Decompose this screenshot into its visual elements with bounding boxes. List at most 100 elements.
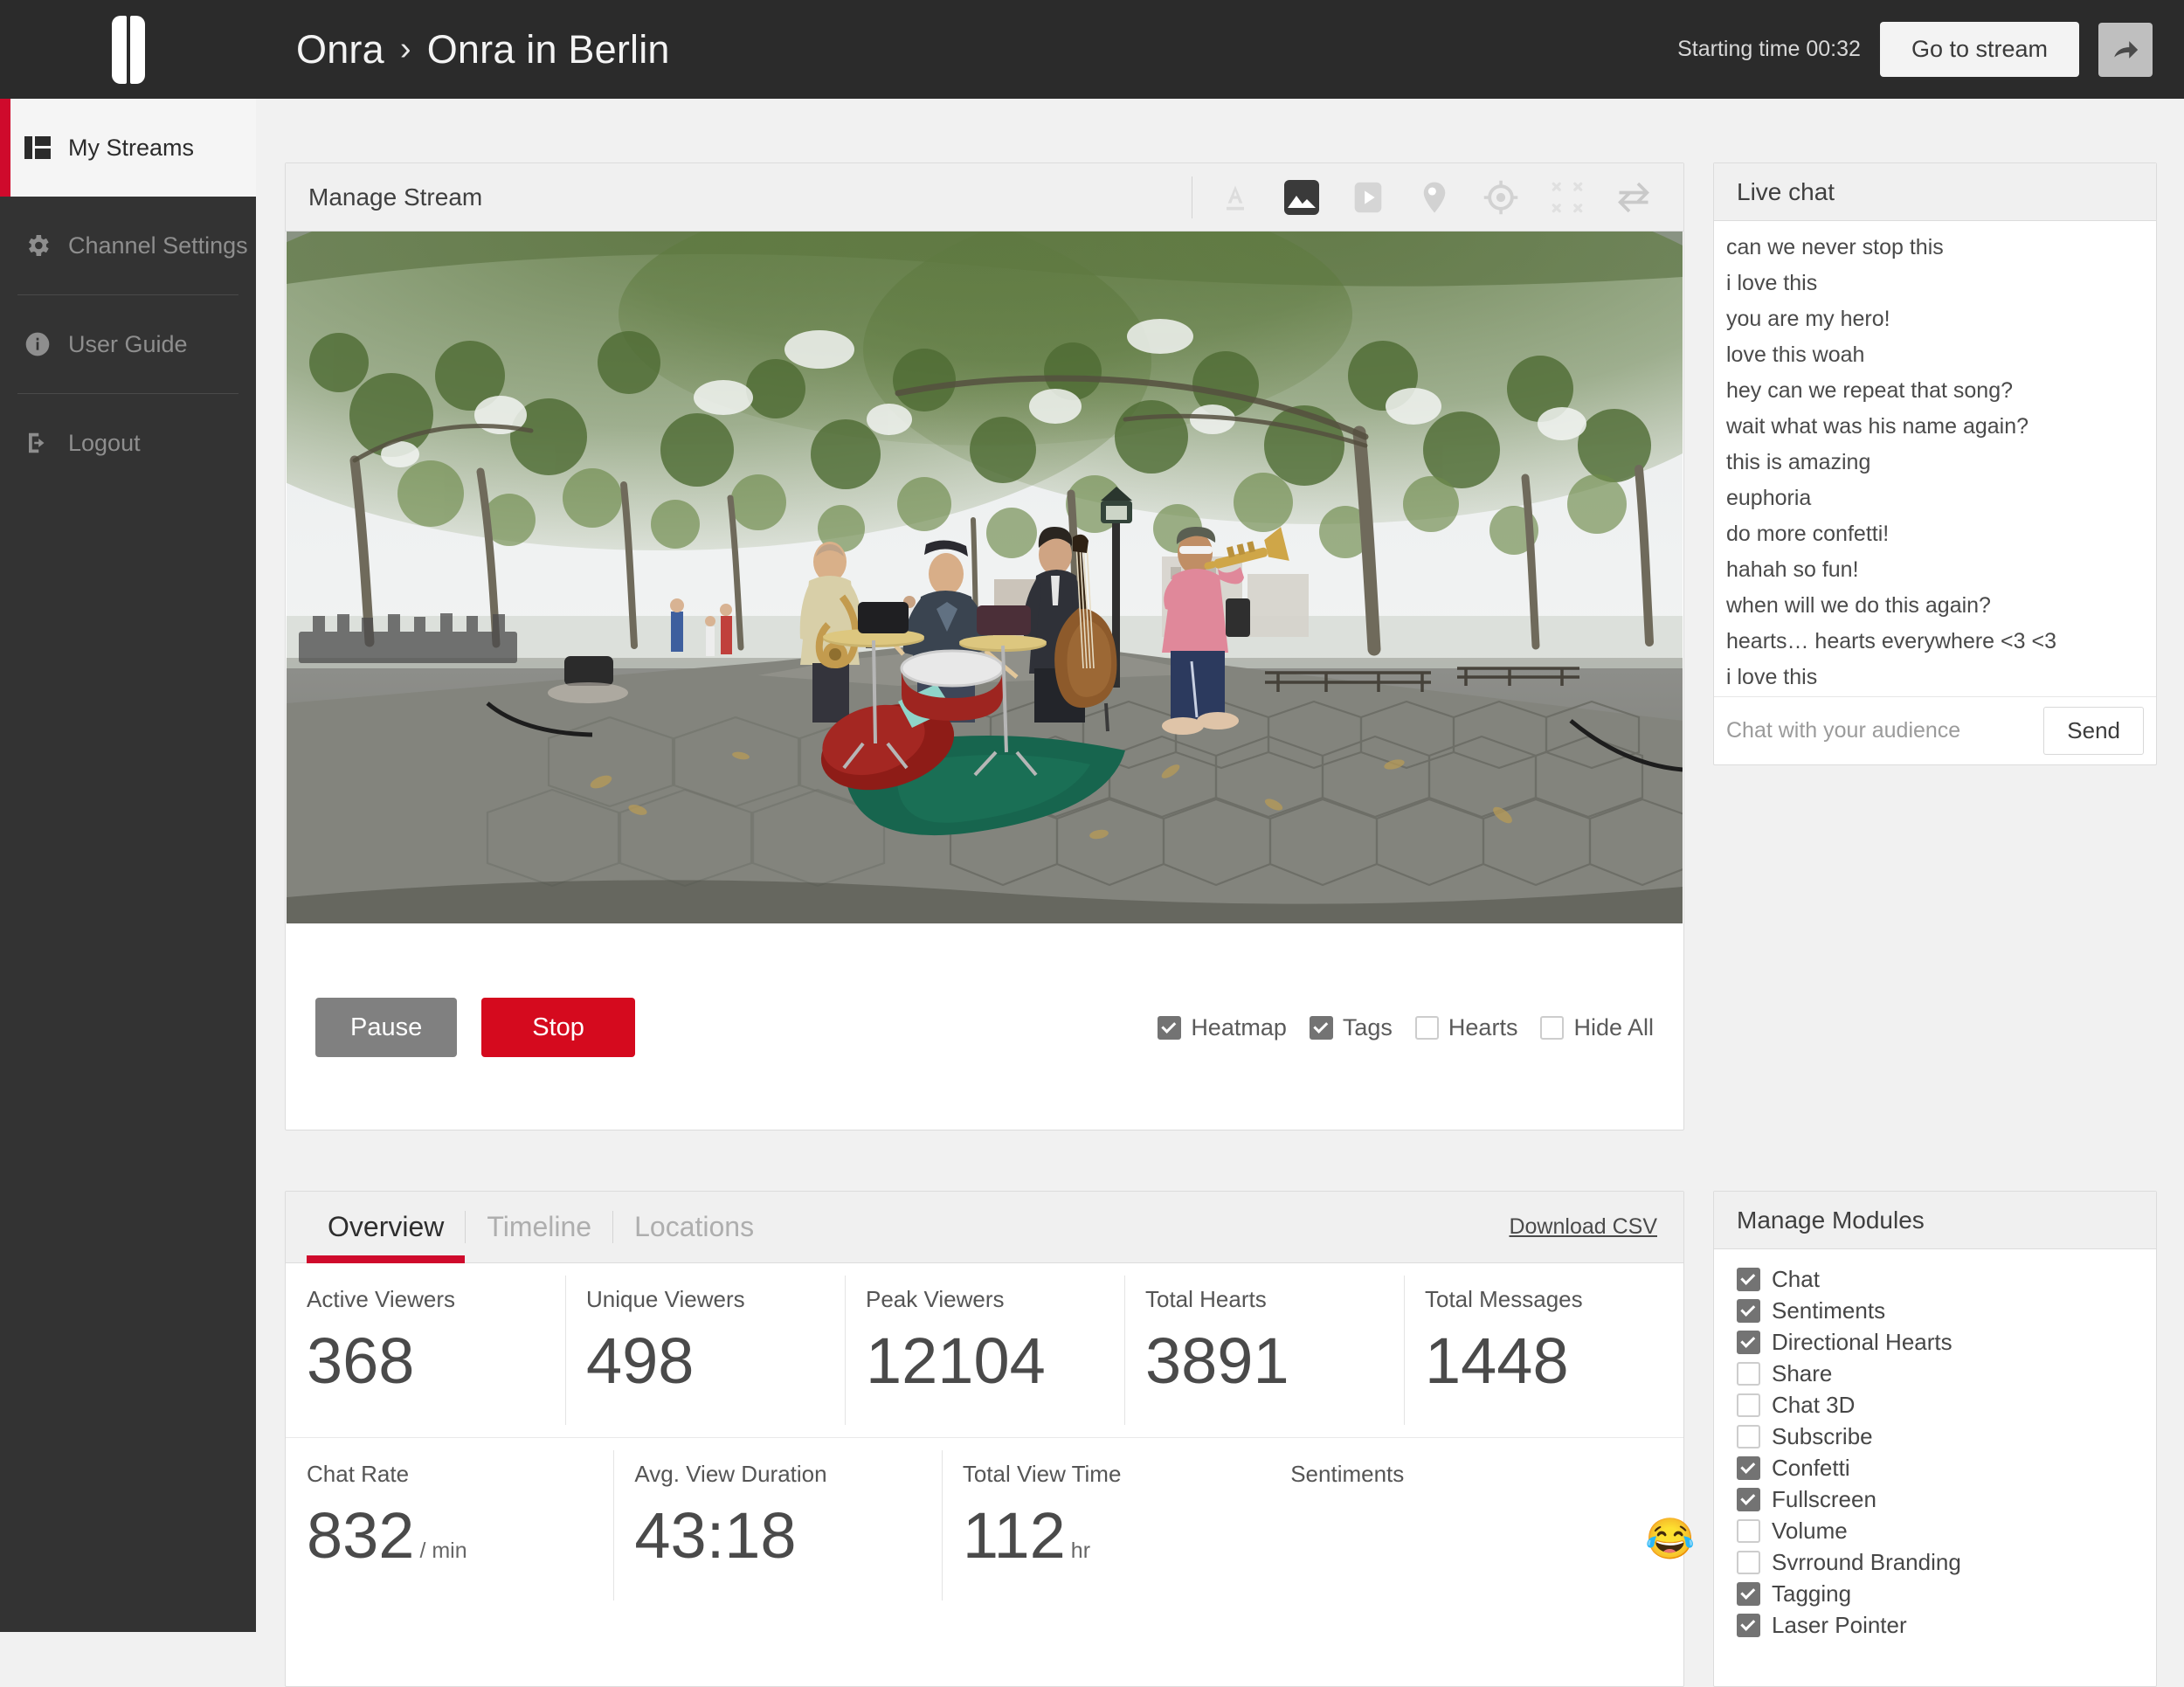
checkbox-icon[interactable] — [1737, 1393, 1760, 1417]
stat-value-wrap: 832 / min — [307, 1504, 613, 1568]
stat-total-messages: Total Messages 1448 — [1404, 1263, 1683, 1437]
stat-label: Total View Time — [962, 1461, 1122, 1487]
stat-total-view-time: Total View Time 112 hr — [941, 1438, 1269, 1613]
module-toggle-fullscreen[interactable]: Fullscreen — [1737, 1483, 2156, 1515]
logo-container[interactable] — [0, 15, 256, 84]
stream-video-preview[interactable] — [287, 232, 1683, 923]
share-button[interactable] — [2098, 22, 2153, 77]
target-icon[interactable] — [1477, 174, 1524, 221]
manage-stream-header: Manage Stream — [286, 163, 1683, 232]
overlay-toggle-label: Tags — [1342, 1013, 1393, 1041]
text-overlay-icon[interactable] — [1212, 174, 1259, 221]
checkbox-icon[interactable] — [1737, 1361, 1760, 1386]
image-overlay-icon[interactable] — [1278, 174, 1325, 221]
stat-label: Avg. View Duration — [634, 1461, 827, 1487]
swap-arrows-icon[interactable] — [1610, 174, 1657, 221]
main-content: Manage Stream Pause Stop Heatmap Tags He… — [256, 99, 2184, 1687]
checkbox-icon[interactable] — [1540, 1015, 1565, 1040]
overlay-toggle-heatmap[interactable]: Heatmap — [1158, 1014, 1287, 1041]
stat-label: Total Hearts — [1145, 1286, 1267, 1312]
pause-button[interactable]: Pause — [315, 998, 458, 1057]
module-toggle-chat-3d[interactable]: Chat 3D — [1737, 1389, 2156, 1421]
breadcrumb: Onra › Onra in Berlin — [296, 27, 670, 73]
tab-timeline[interactable]: Timeline — [466, 1192, 612, 1262]
download-csv-link[interactable]: Download CSV — [1509, 1214, 1683, 1240]
checkbox-icon[interactable] — [1414, 1015, 1439, 1040]
chat-message: when will we do this again? — [1726, 593, 1991, 618]
tab-overview[interactable]: Overview — [307, 1192, 466, 1263]
sidebar-item-label: My Streams — [68, 134, 195, 161]
module-toggle-subscribe[interactable]: Subscribe — [1737, 1421, 2156, 1452]
stats-panel: Overview Timeline Locations Download CSV… — [285, 1191, 1952, 1687]
chevron-right-icon: › — [399, 31, 411, 67]
module-toggle-volume[interactable]: Volume — [1737, 1515, 2156, 1546]
sidebar-item-label: Logout — [68, 429, 141, 456]
svrround-logo — [111, 15, 145, 84]
overlay-toggle-group: Heatmap Tags Hearts Hide All — [1158, 1014, 1654, 1041]
checkbox-icon[interactable] — [1309, 1015, 1333, 1040]
chat-message: hahah so fun! — [1726, 557, 1859, 582]
chat-message: i love this — [1726, 665, 1818, 689]
breadcrumb-root[interactable]: Onra — [296, 27, 384, 73]
go-to-stream-button[interactable]: Go to stream — [1879, 22, 2079, 77]
module-toggle-svrround-branding[interactable]: Svrround Branding — [1737, 1546, 2156, 1578]
stats-row-secondary: Chat Rate 832 / min Avg. View Duration 4… — [286, 1435, 1952, 1613]
stat-label: Sentiments — [1290, 1461, 1405, 1487]
module-toggle-label: Directional Hearts — [1772, 1328, 1952, 1355]
module-toggle-confetti[interactable]: Confetti — [1737, 1452, 2156, 1483]
top-bar: Onra › Onra in Berlin Starting time 00:3… — [0, 0, 2184, 99]
module-toggle-label: Share — [1772, 1359, 1833, 1386]
sidebar-item-user-guide[interactable]: User Guide — [0, 295, 256, 393]
overlay-toggle-label: Hearts — [1448, 1013, 1518, 1041]
checkbox-icon[interactable] — [1158, 1015, 1182, 1040]
checkbox-icon[interactable] — [1737, 1298, 1760, 1323]
module-toggle-label: Chat — [1772, 1265, 1820, 1292]
tab-locations[interactable]: Locations — [613, 1192, 775, 1262]
chat-input-row: Send — [1714, 696, 2156, 764]
chat-message-list[interactable]: can we never stop this i love this you are… — [1714, 221, 2156, 696]
chat-input[interactable] — [1726, 718, 2044, 743]
stat-value: 112 — [962, 1499, 1066, 1572]
module-toggle-chat[interactable]: Chat — [1737, 1263, 2156, 1295]
stat-label: Unique Viewers — [586, 1286, 745, 1312]
sidebar-item-channel-settings[interactable]: Channel Settings — [0, 197, 256, 294]
module-toggle-share[interactable]: Share — [1737, 1358, 2156, 1389]
overlay-toggle-label: Hide All — [1573, 1013, 1654, 1041]
sidebar-item-my-streams[interactable]: My Streams — [0, 99, 256, 197]
checkbox-icon[interactable] — [1737, 1518, 1760, 1543]
checkbox-icon[interactable] — [1737, 1613, 1760, 1637]
checkbox-icon[interactable] — [1737, 1455, 1760, 1480]
send-button[interactable]: Send — [2043, 707, 2144, 755]
stat-value: 368 — [307, 1324, 415, 1397]
sidebar-item-logout[interactable]: Logout — [0, 394, 256, 492]
checkbox-icon[interactable] — [1737, 1581, 1760, 1606]
sidebar-item-label: User Guide — [68, 330, 188, 357]
overlay-toggle-hide-all[interactable]: Hide All — [1540, 1014, 1654, 1041]
checkbox-icon[interactable] — [1737, 1550, 1760, 1574]
checkbox-icon[interactable] — [1737, 1330, 1760, 1354]
module-toggle-tagging[interactable]: Tagging — [1737, 1578, 2156, 1609]
location-pin-icon[interactable] — [1411, 174, 1458, 221]
stat-unit: hr — [1070, 1538, 1091, 1563]
stat-value: 3891 — [1145, 1324, 1289, 1397]
stat-peak-viewers: Peak Viewers 12104 — [845, 1263, 1124, 1437]
module-toggle-laser-pointer[interactable]: Laser Pointer — [1737, 1609, 2156, 1641]
checkbox-icon[interactable] — [1737, 1424, 1760, 1448]
manage-modules-header: Manage Modules — [1714, 1192, 2156, 1249]
module-toggle-directional-hearts[interactable]: Directional Hearts — [1737, 1326, 2156, 1358]
video-overlay-icon[interactable] — [1344, 174, 1392, 221]
starting-time-label: Starting time 00:32 — [1677, 37, 1861, 61]
stat-label: Total Messages — [1425, 1286, 1583, 1312]
live-chat-header: Live chat — [1714, 163, 2156, 221]
overlay-toggle-tags[interactable]: Tags — [1309, 1013, 1393, 1041]
module-toggle-label: Confetti — [1772, 1454, 1850, 1481]
live-chat-title: Live chat — [1737, 177, 1835, 205]
checkbox-icon[interactable] — [1737, 1267, 1760, 1291]
fullscreen-icon[interactable] — [1544, 174, 1591, 221]
stop-button[interactable]: Stop — [481, 998, 635, 1057]
overlay-toggle-hearts[interactable]: Hearts — [1414, 1013, 1518, 1041]
chat-message: love this woah — [1726, 342, 1865, 367]
module-toggle-sentiments[interactable]: Sentiments — [1737, 1295, 2156, 1326]
face-with-tears-of-joy-emoji: 😂 — [1645, 1516, 1696, 1561]
checkbox-icon[interactable] — [1737, 1487, 1760, 1511]
